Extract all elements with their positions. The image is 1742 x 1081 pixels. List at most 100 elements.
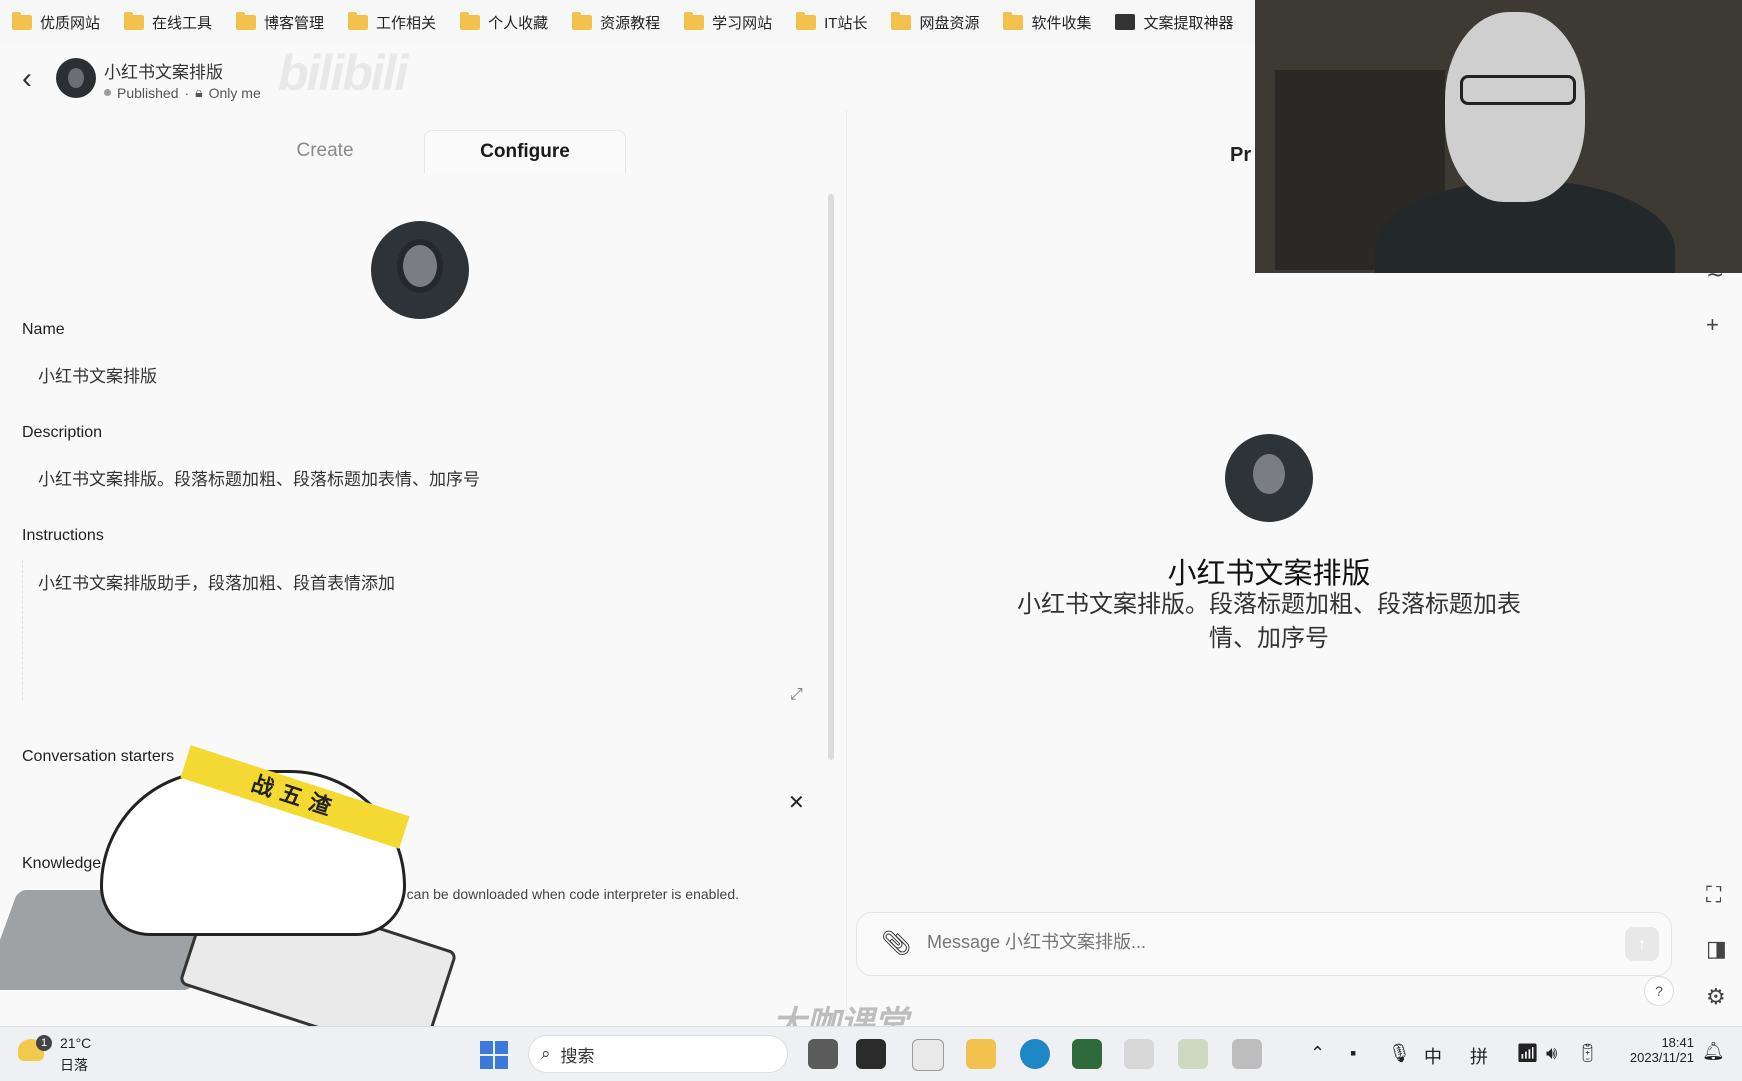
description-label: Description	[22, 424, 103, 441]
bookmark-item[interactable]: 在线工具	[124, 11, 213, 33]
weather-badge: 1	[36, 1035, 52, 1051]
presenter-face	[1445, 12, 1585, 202]
search-icon: ⌕	[541, 1044, 551, 1063]
bookmark-label: 网盘资源	[919, 14, 980, 32]
edge-browser-icon[interactable]	[1020, 1039, 1050, 1069]
bookmark-label: 个人收藏	[488, 14, 549, 32]
chevron-up-icon[interactable]: ⌃	[1310, 1043, 1325, 1064]
message-composer: 📎︎ ↑	[856, 912, 1672, 976]
tray-app-icon[interactable]: ▪	[1350, 1043, 1356, 1064]
tab-create[interactable]: Create	[230, 130, 420, 172]
bookmark-item[interactable]: 优质网站	[12, 11, 101, 33]
bookmark-item[interactable]: 网盘资源	[891, 11, 980, 33]
folder-icon	[460, 11, 481, 30]
app-icon	[1115, 14, 1136, 30]
folder-icon	[796, 11, 817, 30]
back-arrow-icon[interactable]: ‹	[22, 64, 32, 94]
bookmark-label: 资源教程	[600, 14, 661, 32]
weather-condition[interactable]: 日落	[60, 1055, 88, 1075]
gpt-avatar	[56, 58, 96, 98]
gpt-avatar-upload[interactable]	[371, 221, 469, 319]
folder-icon	[684, 11, 705, 30]
bookmark-item[interactable]: 博客管理	[236, 11, 325, 33]
bookmark-label: 文案提取神器	[1143, 14, 1234, 32]
taskbar: 1 21°C 日落 ⌕ 搜索 ⌃ ▪ 🎙︎ 中 拼 📶︎ 🔊︎ 🔋︎ 18:41…	[0, 1026, 1742, 1081]
bookmark-item[interactable]: IT站长	[796, 11, 868, 33]
paint-app-icon[interactable]	[1178, 1039, 1208, 1069]
preview-title: 小红书文案排版	[1167, 558, 1371, 590]
bilibili-watermark: bilibili	[278, 45, 408, 101]
folder-icon	[572, 11, 593, 30]
expand-icon[interactable]: ⤢	[790, 686, 803, 704]
volume-icon[interactable]: 🔊︎	[1546, 1043, 1557, 1064]
message-input[interactable]	[925, 931, 1569, 954]
ime-mode[interactable]: 拼	[1470, 1043, 1488, 1069]
phone-app-icon[interactable]	[1232, 1039, 1262, 1069]
bookmark-label: 软件收集	[1031, 14, 1092, 32]
bookmark-label: IT站长	[824, 14, 868, 32]
presenter-glasses	[1460, 75, 1576, 105]
bookmark-label: 工作相关	[376, 14, 437, 32]
separator-dot: ·	[184, 84, 190, 101]
start-button[interactable]	[480, 1041, 508, 1069]
name-field[interactable]: 小红书文案排版	[22, 362, 802, 387]
plus-icon[interactable]: +	[1706, 312, 1719, 338]
battery-icon[interactable]: 🔋︎	[1576, 1043, 1599, 1064]
close-icon[interactable]: ✕	[788, 790, 805, 815]
send-arrow-icon[interactable]: ↑	[1625, 927, 1659, 961]
file-app-icon[interactable]	[856, 1039, 886, 1069]
preview-avatar	[1225, 434, 1313, 522]
sidebar-toggle-icon[interactable]: ◨	[1706, 936, 1727, 962]
screenshot-icon[interactable]: ⛶	[1706, 882, 1721, 908]
bookmark-item[interactable]: 资源教程	[572, 11, 661, 33]
taskbar-search[interactable]: ⌕ 搜索	[528, 1035, 788, 1073]
microphone-icon[interactable]: 🎙︎	[1388, 1043, 1411, 1064]
help-button[interactable]: ?	[1644, 976, 1674, 1006]
instructions-label: Instructions	[22, 527, 104, 544]
visibility-text: Only me	[208, 84, 261, 101]
panel-divider	[846, 110, 847, 1020]
bookmark-item[interactable]: 个人收藏	[460, 11, 549, 33]
tab-configure[interactable]: Configure	[424, 130, 626, 173]
bookmark-item[interactable]: 工作相关	[348, 11, 437, 33]
scrollbar[interactable]	[828, 194, 834, 760]
folder-icon	[1003, 11, 1024, 30]
cat-sticker: 战五渣	[0, 740, 500, 1063]
file-explorer-icon[interactable]	[966, 1039, 996, 1069]
bookmark-item[interactable]: 软件收集	[1003, 11, 1092, 33]
publish-status: Published · 🔒︎ Only me	[104, 84, 261, 101]
search-placeholder: 搜索	[560, 1046, 595, 1066]
folder-icon	[124, 11, 145, 30]
description-field[interactable]: 小红书文案排版。段落标题加粗、段落标题加表情、加序号	[22, 465, 802, 490]
instructions-field[interactable]: 小红书文案排版助手，段落加粗、段首表情添加	[22, 569, 802, 594]
bookmark-item[interactable]: 学习网站	[684, 11, 773, 33]
webcam-overlay	[1255, 0, 1742, 273]
status-text: Published	[117, 84, 179, 101]
preview-description: 小红书文案排版。段落标题加粗、段落标题加表情、加序号	[1017, 591, 1521, 652]
clock-date: 2023/11/21	[1629, 1050, 1694, 1065]
ime-language[interactable]: 中	[1424, 1043, 1442, 1069]
terminal-app-icon[interactable]	[1072, 1039, 1102, 1069]
wifi-icon[interactable]: 📶︎	[1516, 1043, 1539, 1064]
premiere-app-icon[interactable]	[808, 1039, 838, 1069]
system-clock[interactable]: 18:41 2023/11/21	[1614, 1035, 1694, 1065]
bookmark-label: 优质网站	[40, 14, 101, 32]
bookmark-label: 在线工具	[152, 14, 213, 32]
notification-bell-icon[interactable]: 🔔︎	[1702, 1041, 1725, 1062]
bookmark-label: 学习网站	[712, 14, 773, 32]
bookmark-label: 博客管理	[264, 14, 325, 32]
clock-time: 18:41	[1661, 1035, 1694, 1050]
name-label: Name	[22, 321, 65, 338]
status-dot-icon	[104, 89, 111, 96]
folder-icon	[236, 11, 257, 30]
gear-icon[interactable]: ⚙︎	[1706, 984, 1726, 1010]
notepad-app-icon[interactable]	[1124, 1039, 1154, 1069]
preview-label: Pr	[1230, 144, 1252, 166]
gpt-title: 小红书文案排版	[104, 63, 223, 82]
weather-temperature[interactable]: 21°C	[60, 1035, 91, 1051]
bookmark-item[interactable]: 文案提取神器	[1115, 12, 1234, 33]
lock-icon: 🔒︎	[195, 84, 203, 100]
typora-app-icon[interactable]	[912, 1039, 944, 1071]
folder-icon	[348, 11, 369, 30]
paperclip-icon[interactable]: 📎︎	[881, 929, 911, 958]
